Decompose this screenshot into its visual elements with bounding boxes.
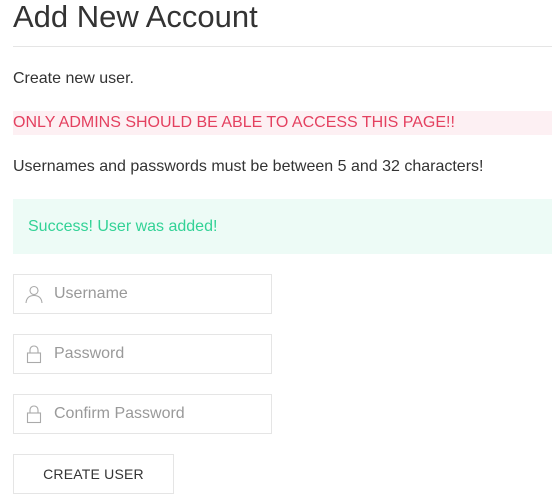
username-field[interactable] xyxy=(13,274,272,314)
add-account-page: Add New Account Create new user. ONLY AD… xyxy=(0,0,552,502)
lock-icon xyxy=(26,405,42,424)
confirm-password-field[interactable] xyxy=(13,394,272,434)
password-input[interactable] xyxy=(54,335,264,373)
confirm-password-input[interactable] xyxy=(54,395,264,433)
intro-text: Create new user. xyxy=(13,70,134,87)
password-field[interactable] xyxy=(13,334,272,374)
admin-warning-text: ONLY ADMINS SHOULD BE ABLE TO ACCESS THI… xyxy=(13,111,552,135)
user-icon xyxy=(25,285,43,304)
success-alert-text: Success! User was added! xyxy=(28,218,218,235)
credential-rules-text: Usernames and passwords must be between … xyxy=(13,158,484,175)
title-divider xyxy=(13,46,552,47)
username-input[interactable] xyxy=(54,275,264,313)
success-alert: Success! User was added! xyxy=(13,199,552,254)
create-user-button[interactable]: CREATE USER xyxy=(13,454,174,494)
lock-icon xyxy=(26,345,42,364)
page-title: Add New Account xyxy=(13,0,258,34)
